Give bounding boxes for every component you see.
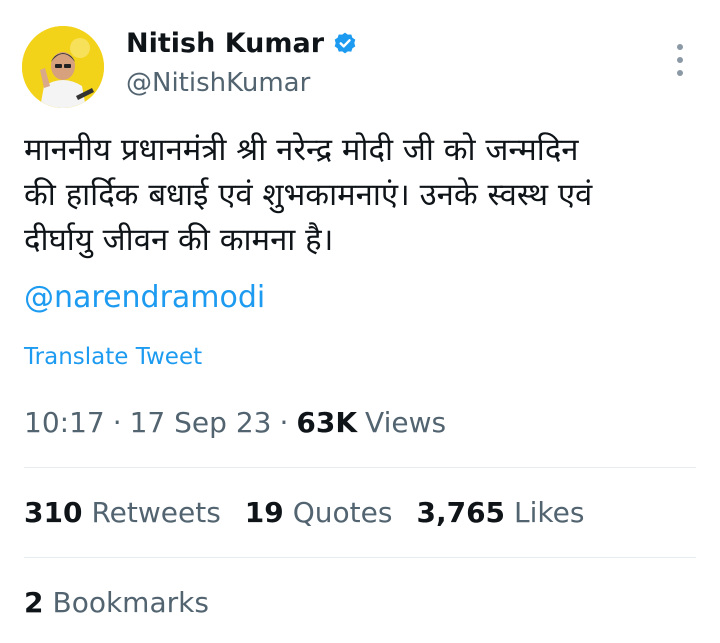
meta-separator: · <box>112 406 122 439</box>
tweet-date[interactable]: 17 Sep 23 <box>130 406 272 439</box>
bookmarks-count: 2 <box>24 586 44 619</box>
translate-tweet-link[interactable]: Translate Tweet <box>24 344 202 370</box>
more-options-icon[interactable] <box>666 44 694 76</box>
views-count: 63K <box>296 406 358 439</box>
divider <box>24 467 696 468</box>
tweet-text: माननीय प्रधानमंत्री श्री नरेन्द्र मोदी ज… <box>24 132 593 258</box>
quotes-count: 19 <box>244 496 284 529</box>
tweet-meta: 10:17 · 17 Sep 23 · 63K Views <box>24 406 446 439</box>
author-handle[interactable]: @NitishKumar <box>126 68 310 98</box>
likes-label: Likes <box>514 496 585 529</box>
likes-count: 3,765 <box>416 496 506 529</box>
divider <box>24 557 696 558</box>
retweets-count: 310 <box>24 496 83 529</box>
bookmarks-stat[interactable]: 2 Bookmarks <box>24 586 209 619</box>
quotes-stat[interactable]: 19 Quotes <box>245 496 393 529</box>
meta-separator: · <box>279 406 289 439</box>
mention-link[interactable]: @narendramodi <box>24 280 265 315</box>
tweet-time[interactable]: 10:17 <box>24 406 105 439</box>
retweets-label: Retweets <box>91 496 221 529</box>
views-label: Views <box>365 406 447 439</box>
quotes-label: Quotes <box>292 496 393 529</box>
engagement-stats: 310 Retweets 19 Quotes 3,765 Likes <box>24 496 608 529</box>
likes-stat[interactable]: 3,765 Likes <box>416 496 584 529</box>
retweets-stat[interactable]: 310 Retweets <box>24 496 221 529</box>
author-name[interactable]: Nitish Kumar <box>126 28 324 59</box>
avatar[interactable] <box>22 26 104 108</box>
bookmarks-label: Bookmarks <box>52 586 209 619</box>
verified-badge-icon <box>332 31 358 57</box>
